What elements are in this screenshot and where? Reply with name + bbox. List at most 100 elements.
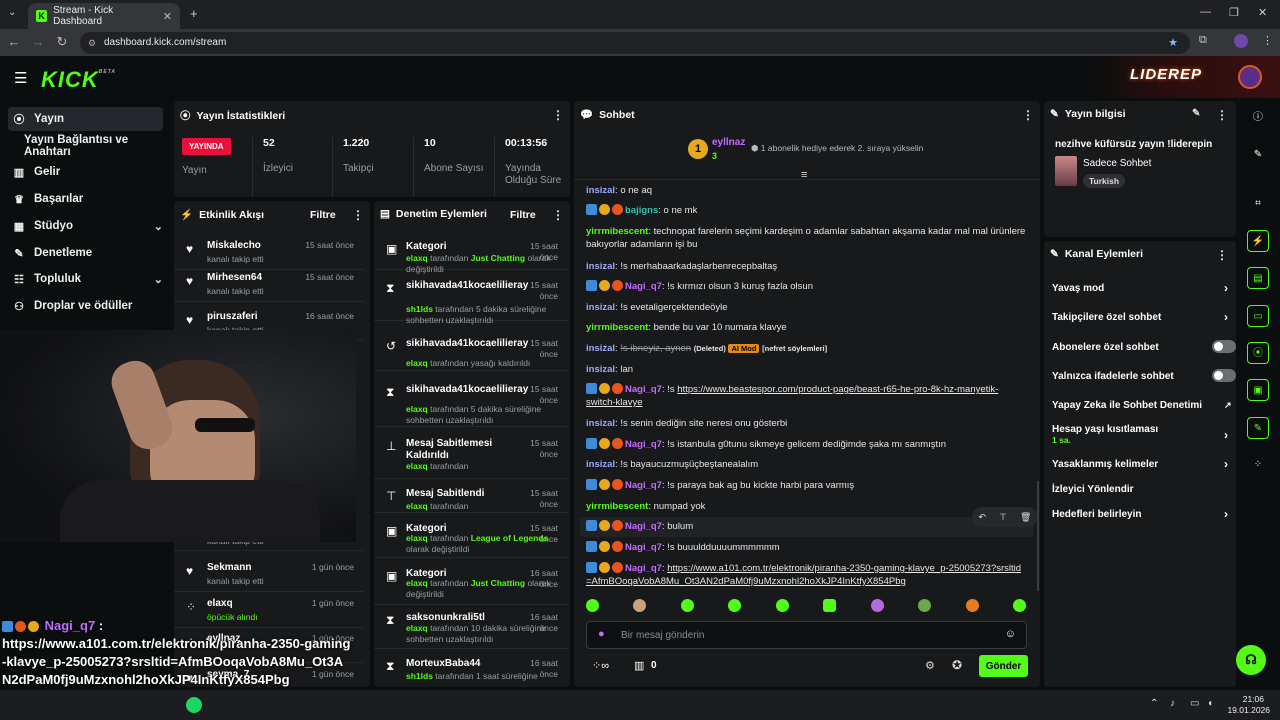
drops-icon[interactable]: ⁘ [1247, 454, 1269, 476]
bookmark-star-icon[interactable]: ★ [1168, 32, 1178, 54]
toggle-switch[interactable] [1212, 340, 1236, 353]
network-icon[interactable]: ▭ [1190, 698, 1199, 709]
url-input[interactable]: ⚙ dashboard.kick.com/stream ★ [80, 32, 1190, 54]
browser-menu-icon[interactable]: ⋮ [1262, 34, 1273, 47]
reply-icon[interactable]: ↶ [979, 512, 987, 523]
chat-username[interactable]: yirrmibescent [586, 501, 648, 512]
action-followers-only[interactable]: Takipçilere özel sohbet › [1052, 310, 1232, 324]
send-button[interactable]: Gönder [979, 655, 1028, 677]
emote-icon[interactable] [633, 599, 647, 612]
chat-username[interactable]: yirrmibescent [586, 226, 648, 237]
chat-username[interactable]: bajigns [625, 205, 658, 216]
emote-icon[interactable] [1012, 599, 1026, 612]
emote-icon[interactable] [728, 599, 742, 612]
action-banned-words[interactable]: Yasaklanmış kelimeler › [1052, 457, 1232, 471]
chat-icon[interactable]: ▭ [1247, 305, 1269, 327]
action-ai-moderation[interactable]: Yapay Zeka ile Sohbet Denetimi ↗ [1052, 400, 1232, 411]
extensions-icon[interactable]: ⧉ [1199, 34, 1207, 47]
delete-icon[interactable]: 🗑 [1020, 512, 1031, 523]
gifter-name[interactable]: eyllnaz [712, 137, 745, 148]
moderation-filter-button[interactable]: Filtre [510, 209, 536, 221]
more-icon[interactable]: ⋮ [552, 208, 564, 222]
window-close-icon[interactable]: ✕ [1258, 6, 1267, 19]
browser-tab[interactable]: K Stream - Kick Dashboard ✕ [28, 3, 180, 29]
chat-username[interactable]: insizal [586, 459, 615, 470]
more-icon[interactable]: ⋮ [352, 208, 364, 222]
reload-icon[interactable]: ↻ [54, 34, 70, 50]
emoji-icon[interactable]: ☺ [1005, 628, 1016, 640]
emote-icon[interactable] [965, 599, 979, 612]
info-icon[interactable]: ⓘ [1247, 107, 1269, 129]
fullscreen-icon[interactable]: ⌗ [1247, 193, 1269, 215]
sidebar-item-studio[interactable]: ▦ Stüdyo ⌄ [8, 214, 163, 238]
kick-logo[interactable]: KICKBETA [41, 67, 116, 93]
chat-username[interactable]: Nagi_q7 [625, 281, 662, 292]
chat-username[interactable]: Nagi_q7 [625, 542, 662, 553]
chat-scrollbar[interactable] [1037, 481, 1039, 591]
action-raid[interactable]: İzleyici Yönlendir [1052, 484, 1232, 495]
chat-username[interactable]: insizal [586, 261, 615, 272]
emote-icon[interactable] [680, 599, 694, 612]
mic-icon[interactable]: ♪ [1170, 698, 1175, 709]
support-headset-icon[interactable]: ☊ [1236, 645, 1266, 675]
chat-username[interactable]: yirrmibescent [586, 322, 648, 333]
activity-filter-button[interactable]: Filtre [310, 209, 336, 221]
chat-username[interactable]: insizal [586, 418, 615, 429]
emote-icon[interactable] [586, 599, 599, 612]
category-name[interactable]: Sadece Sohbet [1083, 158, 1151, 169]
volume-icon[interactable]: ◖ [1207, 698, 1213, 709]
chat-username[interactable]: Nagi_q7 [625, 384, 662, 395]
wrench-icon[interactable]: ✎ [1247, 417, 1269, 439]
broadcast-icon[interactable]: ⦿ [1247, 342, 1269, 364]
chat-username[interactable]: Nagi_q7 [625, 563, 662, 574]
maximize-icon[interactable]: ❐ [1229, 6, 1239, 19]
chat-username[interactable]: insizal [586, 302, 615, 313]
action-slow-mode[interactable]: Yavaş mod › [1052, 281, 1232, 295]
tray-chevron-icon[interactable]: ⌃ [1150, 698, 1158, 709]
edit-icon[interactable]: ✎ [1192, 108, 1200, 119]
settings-gear-icon[interactable]: ⚙ [925, 659, 935, 672]
more-icon[interactable]: ⋮ [1216, 248, 1228, 262]
forward-icon[interactable]: → [30, 34, 46, 49]
stats-icon[interactable]: ▣ [1247, 379, 1269, 401]
emote-picker-icon[interactable]: ✪ [952, 658, 962, 672]
chat-username[interactable]: insizal [586, 185, 615, 196]
new-tab-icon[interactable]: + [190, 6, 198, 21]
sidebar-item-revenue[interactable]: ▥ Gelir [8, 160, 163, 184]
emote-icon[interactable] [870, 599, 884, 612]
action-goals[interactable]: Hedefleri belirleyin › [1052, 507, 1232, 521]
back-icon[interactable]: ← [6, 34, 22, 49]
store-icon[interactable]: ▥ [634, 659, 644, 672]
profile-avatar[interactable] [1234, 34, 1248, 48]
pin-icon[interactable]: ⊤ [999, 512, 1007, 523]
mic-icon[interactable]: ● [598, 628, 605, 640]
sidebar-item-community[interactable]: ☷ Topluluk ⌄ [8, 267, 163, 291]
emote-icon[interactable] [823, 599, 837, 612]
chat-username[interactable]: insizal [586, 343, 615, 354]
action-account-age[interactable]: Hesap yaşı kısıtlaması › 1 sa. [1052, 424, 1232, 445]
minimize-icon[interactable]: — [1200, 6, 1211, 18]
channel-points-icon[interactable]: ⁘∞ [592, 659, 609, 672]
more-icon[interactable]: ⋮ [1022, 108, 1034, 122]
sidebar-item-stream-key[interactable]: Yayın Bağlantısı ve Anahtarı [20, 134, 172, 158]
chat-username[interactable]: Nagi_q7 [625, 521, 662, 532]
chat-input[interactable]: ● Bir mesaj gönderin ☺ [586, 621, 1027, 649]
emote-icon[interactable] [775, 599, 789, 612]
site-info-icon[interactable]: ⚙ [88, 32, 96, 54]
sidebar-item-stream[interactable]: ⦿ Yayın [8, 107, 163, 131]
spotify-icon[interactable] [186, 697, 202, 713]
bolt-icon[interactable]: ⚡ [1247, 230, 1269, 252]
hamburger-menu-icon[interactable]: ☰ [14, 69, 27, 87]
pencil-icon[interactable]: ✎ [1247, 144, 1269, 166]
sidebar-item-moderation[interactable]: ✎ Denetleme [8, 241, 163, 265]
more-icon[interactable]: ⋮ [1216, 108, 1228, 122]
document-icon[interactable]: ▤ [1247, 267, 1269, 289]
tab-list-icon[interactable]: ⌄ [8, 7, 16, 18]
toggle-switch[interactable] [1212, 369, 1236, 382]
emote-icon[interactable] [918, 599, 932, 612]
tab-close-icon[interactable]: ✕ [163, 10, 172, 23]
chat-username[interactable]: insizal [586, 364, 615, 375]
more-icon[interactable]: ⋮ [552, 108, 564, 122]
chat-username[interactable]: Nagi_q7 [625, 480, 662, 491]
sidebar-item-achievements[interactable]: ♛ Başarılar [8, 187, 163, 211]
